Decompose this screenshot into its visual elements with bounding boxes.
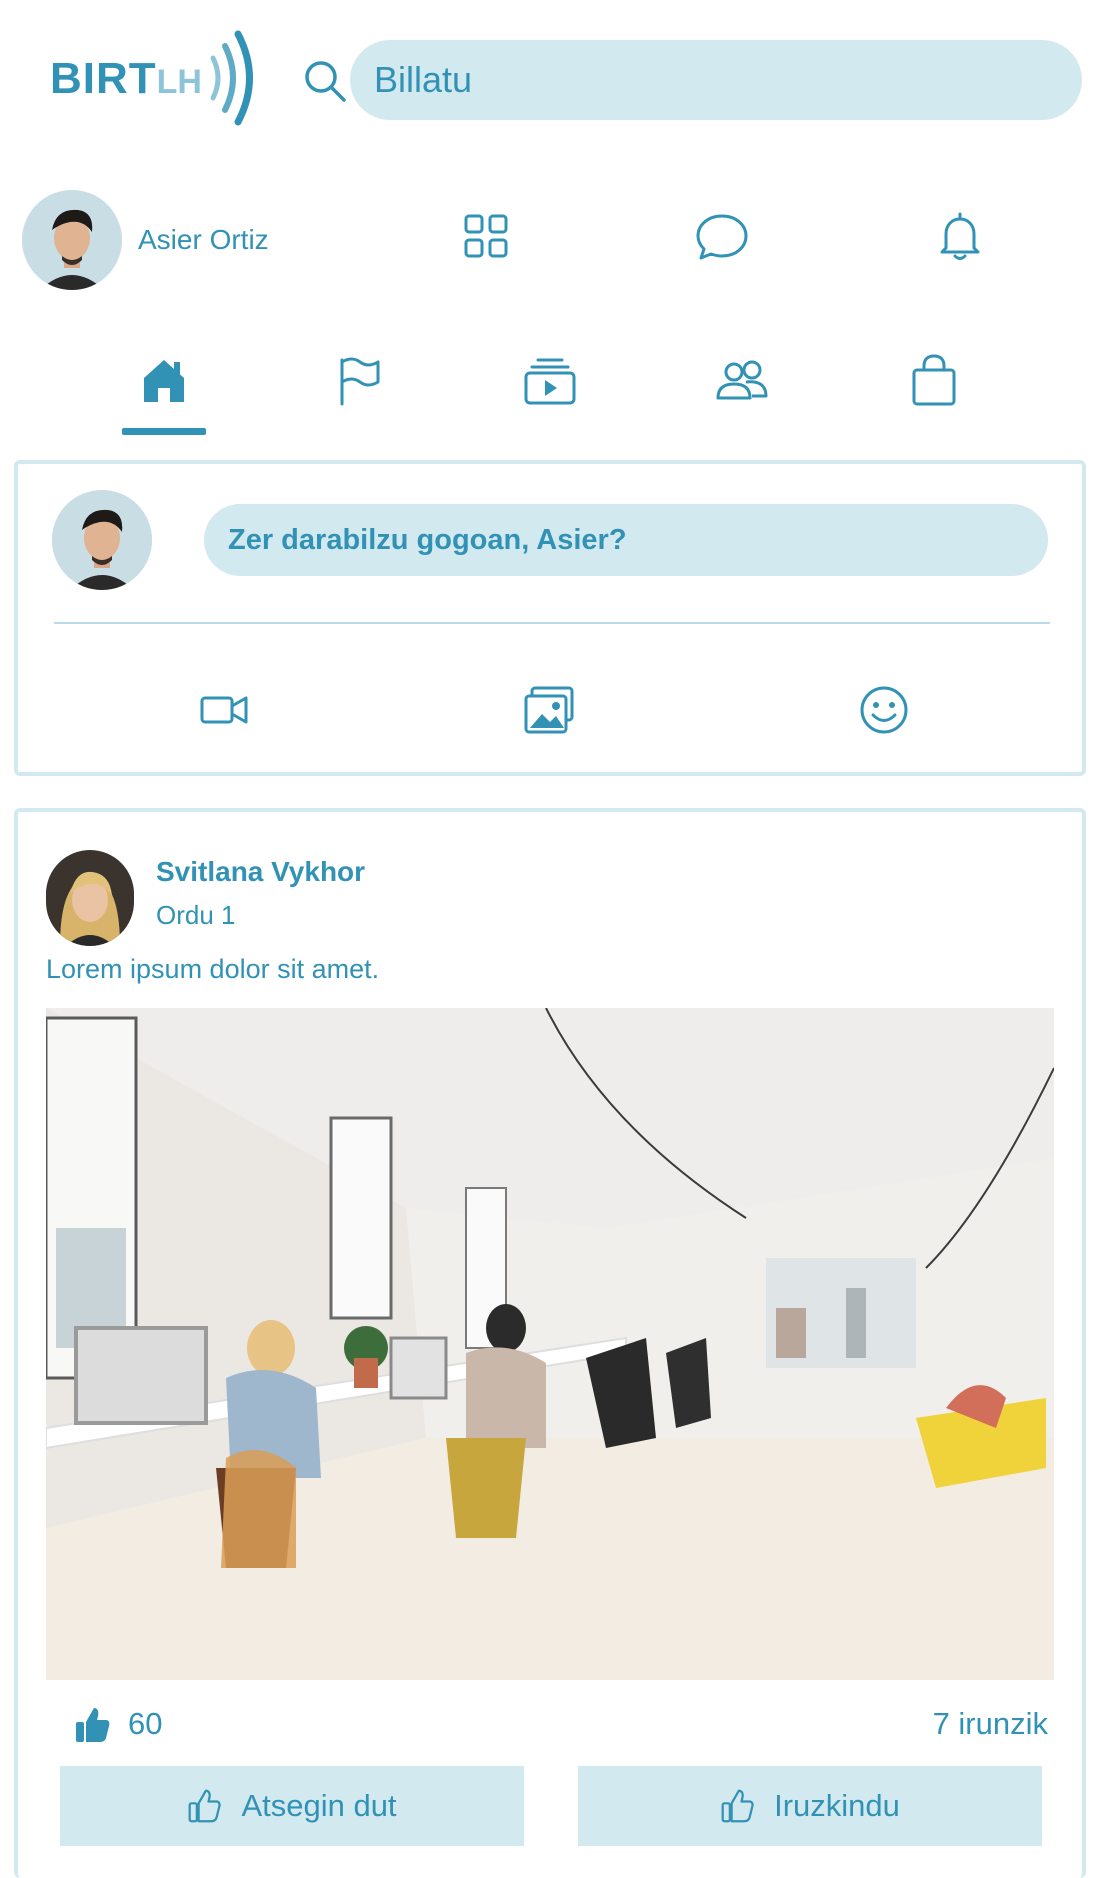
logo-sub-text: LH [156, 63, 202, 101]
video-playlist-icon[interactable] [520, 350, 580, 410]
bell-icon[interactable] [930, 206, 990, 266]
user-name[interactable]: Asier Ortiz [138, 224, 269, 256]
thumbs-up-outline-icon [721, 1789, 754, 1823]
emoji-icon[interactable] [856, 682, 912, 738]
like-count: 60 [128, 1706, 163, 1741]
composer-avatar-image [52, 490, 152, 590]
post-text: Lorem ipsum dolor sit amet. [46, 954, 380, 984]
video-camera-icon[interactable] [196, 682, 252, 738]
comment-button[interactable]: Iruzkindu [578, 1766, 1042, 1846]
avatar[interactable] [22, 190, 122, 290]
chat-icon[interactable] [692, 206, 752, 266]
thumbs-up-outline-icon [189, 1789, 222, 1823]
user-bar: Asier Ortiz [0, 180, 1104, 300]
author-avatar-image [46, 850, 134, 946]
feed-post: Svitlana Vykhor Ordu 1 Lorem ipsum dolor… [14, 808, 1086, 1878]
post-author-name[interactable]: Svitlana Vykhor [156, 856, 365, 888]
composer-prompt-input[interactable]: Zer darabilzu gogoan, Asier? [204, 504, 1048, 576]
flag-icon[interactable] [328, 350, 388, 410]
search-icon[interactable] [302, 58, 348, 104]
logo-main-text: BIRT [50, 54, 157, 103]
thumbs-up-icon [76, 1708, 110, 1742]
like-button[interactable]: Atsegin dut [60, 1766, 524, 1846]
main-nav [0, 330, 1104, 440]
user-avatar-image [22, 190, 122, 290]
top-header: BIRTLH [0, 0, 1104, 160]
signal-waves-icon [210, 30, 253, 126]
avatar [52, 490, 152, 590]
post-composer: Zer darabilzu gogoan, Asier? [14, 460, 1086, 776]
brand-logo[interactable]: BIRTLH [50, 28, 260, 128]
post-timestamp: Ordu 1 [156, 900, 236, 930]
search-input[interactable] [350, 40, 1082, 120]
like-button-label: Atsegin dut [241, 1788, 397, 1823]
home-icon[interactable] [134, 350, 194, 410]
avatar[interactable] [46, 850, 134, 946]
photo-icon[interactable] [522, 682, 578, 738]
active-tab-indicator [122, 428, 206, 435]
comment-button-label: Iruzkindu [774, 1788, 900, 1823]
grid-icon[interactable] [456, 206, 516, 266]
composer-divider [54, 622, 1050, 624]
office-photo [46, 1008, 1054, 1680]
post-image[interactable] [46, 1008, 1054, 1680]
comment-count[interactable]: 7 irunzik [933, 1706, 1048, 1742]
groups-icon[interactable] [712, 350, 772, 410]
shopping-bag-icon[interactable] [904, 350, 964, 410]
